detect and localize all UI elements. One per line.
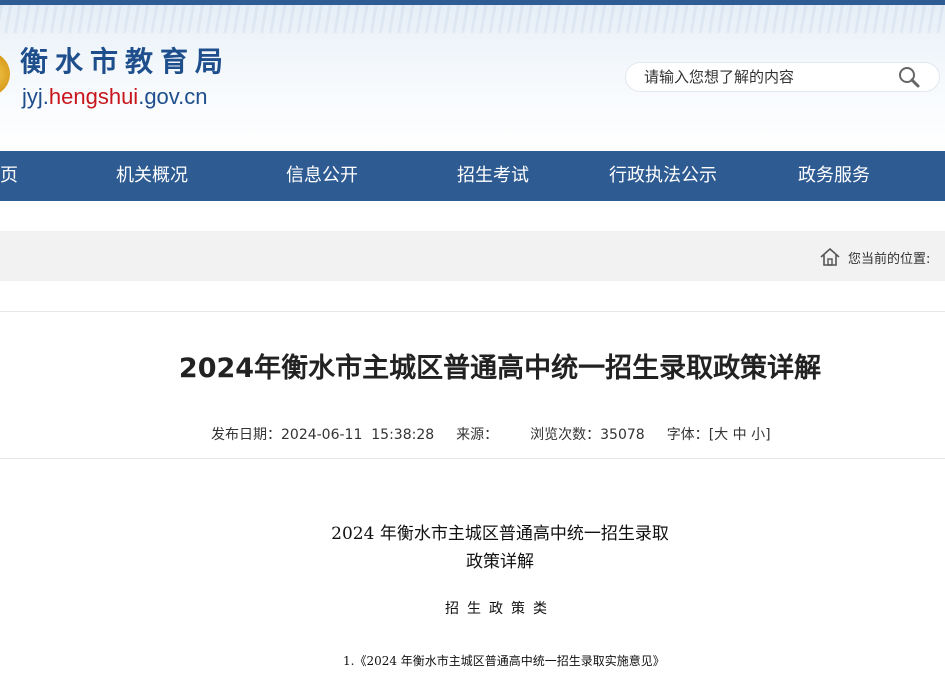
article: 2024年衡水市主城区普通高中统一招生录取政策详解 发布日期：2024-06-1… bbox=[0, 311, 945, 674]
article-meta: 发布日期：2024-06-11 15:38:28 来源： 浏览次数：35078 字体：… bbox=[211, 424, 771, 444]
nav-item-info-disclosure[interactable]: 信息公开 bbox=[286, 151, 358, 201]
publish-date-label: 发布日期： bbox=[211, 427, 281, 443]
font-size-small-link[interactable]: 小 bbox=[751, 427, 765, 443]
search-icon bbox=[899, 67, 920, 88]
home-icon bbox=[820, 248, 840, 266]
search-input[interactable] bbox=[644, 66, 894, 88]
site-name[interactable]: 衡水市教育局 bbox=[20, 40, 230, 80]
views-label: 浏览次数： bbox=[530, 427, 601, 443]
search-box bbox=[626, 63, 939, 91]
nav-item-home[interactable]: 首页 bbox=[0, 151, 18, 201]
nav-item-law-enforcement[interactable]: 行政执法公示 bbox=[609, 151, 717, 201]
nav-item-enrollment-exams[interactable]: 招生考试 bbox=[457, 151, 529, 201]
nav-item-gov-services[interactable]: 政务服务 bbox=[798, 151, 870, 201]
font-size-large-link[interactable]: 大 bbox=[714, 427, 728, 443]
section-heading: 招生政策类 bbox=[445, 601, 555, 617]
site-url-suffix: .gov.cn bbox=[138, 84, 208, 109]
publish-date: 2024-06-11 15:38:28 bbox=[281, 427, 435, 443]
main-nav: 首页 机关概况 信息公开 招生考试 行政执法公示 政务服务 bbox=[0, 151, 945, 201]
header-decoration bbox=[0, 5, 945, 33]
document-item: 1.《2024 年衡水市主城区普通高中统一招生录取实施意见》 bbox=[343, 654, 665, 668]
site-url-accent: hengshui bbox=[48, 84, 139, 109]
search-button[interactable] bbox=[896, 65, 922, 89]
breadcrumb-label: 您当前的位置: bbox=[848, 252, 931, 267]
site-url[interactable]: jyj.hengshui.gov.cn bbox=[22, 84, 208, 110]
document-title: 2024 年衡水市主城区普通高中统一招生录取 政策详解 bbox=[0, 520, 945, 576]
site-url-prefix: jyj. bbox=[22, 84, 49, 109]
article-title: 2024年衡水市主城区普通高中统一招生录取政策详解 bbox=[178, 353, 822, 384]
views-count: 35078 bbox=[600, 427, 645, 443]
document-title-line-2: 政策详解 bbox=[466, 552, 534, 572]
breadcrumb: 您当前的位置: bbox=[0, 231, 945, 281]
font-size-close-bracket: ] bbox=[765, 427, 771, 443]
nav-item-about[interactable]: 机关概况 bbox=[116, 151, 188, 201]
source-label: 来源： bbox=[456, 427, 499, 443]
font-size-medium-link[interactable]: 中 bbox=[733, 427, 747, 443]
font-size-label: 字体： bbox=[666, 427, 709, 443]
site-emblem-icon bbox=[0, 52, 10, 96]
document-title-line-1: 2024 年衡水市主城区普通高中统一招生录取 bbox=[331, 524, 669, 544]
site-header: 衡水市教育局 jyj.hengshui.gov.cn bbox=[0, 0, 945, 151]
meta-divider bbox=[0, 458, 945, 459]
